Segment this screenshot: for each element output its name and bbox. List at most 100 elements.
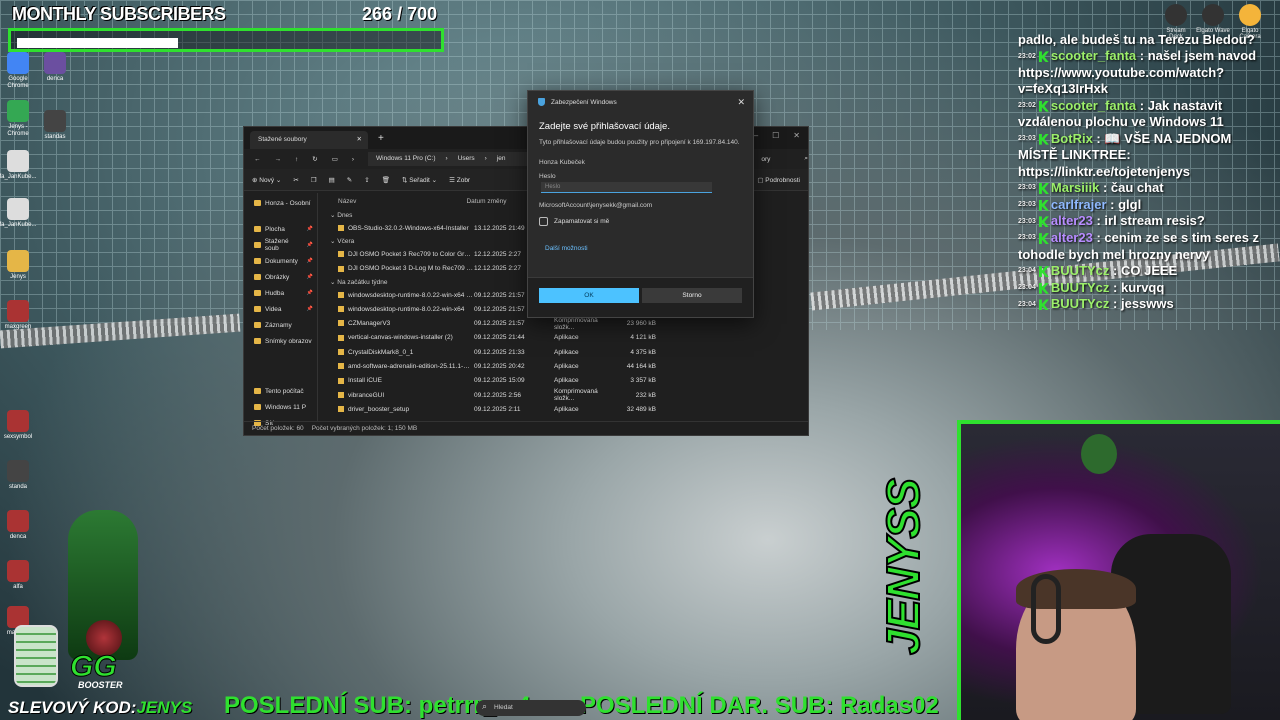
sidebar-item[interactable]: Tento počítač bbox=[244, 381, 317, 397]
file-row[interactable]: Install iCUE 09.12.2025 15:09 Aplikace 3 35… bbox=[324, 374, 808, 388]
chat-username[interactable]: scooter_fanta bbox=[1051, 98, 1140, 113]
chat-text: : jesswws bbox=[1113, 296, 1174, 312]
desktop-icon[interactable]: Google Chrome bbox=[0, 52, 38, 90]
sidebar-item[interactable]: Honza - Osobní bbox=[244, 193, 317, 209]
close-icon[interactable]: ✕ bbox=[793, 131, 800, 140]
file-date: 09.12.2025 21:33 bbox=[474, 348, 525, 356]
close-tab-icon[interactable]: ✕ bbox=[357, 135, 362, 143]
copy-icon[interactable]: ❐ bbox=[311, 176, 317, 184]
chat-text: : irl stream resis? bbox=[1096, 213, 1205, 229]
view-button[interactable]: ☰ Zobr bbox=[449, 176, 470, 184]
password-field[interactable]: Heslo bbox=[541, 182, 712, 193]
kick-badge-icon bbox=[1038, 182, 1049, 194]
app-icon bbox=[7, 250, 29, 272]
file-row[interactable]: CrystalDiskMark8_0_1 09.12.2025 21:33 Apli… bbox=[324, 345, 808, 359]
desktop-icon[interactable]: Jenys - Chrome bbox=[0, 100, 38, 138]
file-row[interactable]: vertical-canvas-windows-installer (2) 09.… bbox=[324, 331, 808, 345]
chat-username[interactable]: BUUTYcz bbox=[1051, 296, 1113, 311]
forward-icon[interactable]: → bbox=[275, 156, 282, 163]
app-icon bbox=[7, 460, 29, 482]
wave-icon[interactable]: Elgato Wave bbox=[1196, 4, 1230, 34]
folder-icon bbox=[254, 200, 261, 206]
desktop-icon[interactable]: standa bbox=[0, 460, 38, 491]
desktop-icon[interactable]: maxgreen bbox=[0, 300, 38, 331]
back-icon[interactable]: ← bbox=[254, 156, 261, 163]
file-row[interactable]: vibranceGUI 09.12.2025 2:56 Komprimovaná s… bbox=[324, 388, 808, 402]
paste-icon[interactable]: ▤ bbox=[329, 176, 335, 184]
chat-username[interactable]: BotRix bbox=[1051, 131, 1097, 146]
explorer-tab-downloads[interactable]: Stažené soubory ✕ bbox=[250, 131, 368, 149]
desktop-icon-label: Jenys - Chrome bbox=[7, 124, 29, 137]
remember-me-checkbox[interactable]: Zapamatovat si mě bbox=[528, 217, 753, 226]
dialog-footer: OK Storno bbox=[528, 277, 753, 317]
tray-icon-graphic bbox=[1202, 4, 1224, 26]
chat-message: padlo, ale budeš tu na Terezu Bledou? bbox=[1018, 32, 1270, 48]
taskbar-search[interactable]: Hledat bbox=[476, 700, 586, 716]
column-name[interactable]: Název bbox=[338, 198, 356, 205]
cut-icon[interactable]: ✂ bbox=[293, 176, 298, 184]
chat-username[interactable]: carlfrajer bbox=[1051, 197, 1110, 212]
refresh-icon[interactable]: ↻ bbox=[312, 155, 317, 163]
folder-icon bbox=[254, 274, 261, 280]
search-box-text[interactable]: ory bbox=[761, 156, 770, 163]
sort-button[interactable]: ⇅ Seřadit ⌄ bbox=[402, 176, 437, 184]
search-icon[interactable]: ⌕ bbox=[804, 155, 808, 163]
share-icon[interactable]: ⇪ bbox=[364, 176, 369, 184]
desktop-icon-label: standas bbox=[44, 134, 66, 140]
breadcrumb-item[interactable]: jen bbox=[497, 155, 506, 163]
windows-security-dialog[interactable]: Zabezpečení Windows ✕ Zadejte své přihla… bbox=[527, 90, 754, 318]
close-icon[interactable]: ✕ bbox=[737, 97, 745, 108]
desktop-icon[interactable]: sexsymbol bbox=[0, 410, 38, 441]
file-date: 09.12.2025 21:57 bbox=[474, 320, 525, 328]
chat-username[interactable]: scooter_fanta bbox=[1051, 48, 1140, 63]
file-row[interactable]: CZManagerV3 09.12.2025 21:57 Komprimovaná … bbox=[324, 316, 808, 331]
column-date[interactable]: Datum změny bbox=[466, 198, 506, 205]
chat-username[interactable]: alter23 bbox=[1051, 230, 1097, 245]
sidebar-item[interactable]: Windows 11 P bbox=[244, 397, 317, 413]
delete-icon[interactable]: 🗑 bbox=[382, 176, 390, 184]
sidebar-item[interactable]: Obrázky 📌 bbox=[244, 267, 317, 283]
desktop-icon[interactable]: fa_JanKube... bbox=[0, 198, 38, 229]
chat-username[interactable]: Marsiiik bbox=[1051, 180, 1103, 195]
folder-icon bbox=[254, 258, 261, 264]
kick-badge-icon bbox=[1038, 133, 1049, 145]
new-button[interactable]: ⊕ Nový ⌄ bbox=[252, 176, 281, 184]
sidebar-item[interactable]: Dokumenty 📌 bbox=[244, 251, 317, 267]
sidebar-item[interactable]: Stažené soub 📌 bbox=[244, 235, 317, 252]
username-label: Honza Kubeček bbox=[539, 159, 585, 166]
cancel-button[interactable]: Storno bbox=[642, 288, 742, 303]
chat-timestamp: 23:03 bbox=[1018, 184, 1036, 192]
ok-button[interactable]: OK bbox=[539, 288, 639, 303]
xbox-light bbox=[1081, 434, 1117, 474]
file-row[interactable]: driver_booster_setup 09.12.2025 2:11 Aplik… bbox=[324, 402, 808, 416]
checkbox-icon[interactable] bbox=[539, 217, 548, 226]
sidebar-item[interactable]: Záznamy bbox=[244, 315, 317, 331]
chat-username[interactable]: alter23 bbox=[1051, 213, 1097, 228]
rename-icon[interactable]: ✎ bbox=[347, 176, 352, 184]
shield-icon bbox=[538, 98, 545, 106]
sidebar-item[interactable]: Videa 📌 bbox=[244, 299, 317, 315]
breadcrumb-item[interactable]: Windows 11 Pro (C:) bbox=[376, 155, 435, 163]
new-tab-icon[interactable]: + bbox=[378, 133, 384, 144]
maximize-icon[interactable]: ☐ bbox=[772, 131, 779, 140]
dialog-heading: Zadejte své přihlašovací údaje. bbox=[539, 121, 670, 132]
desktop-icon[interactable]: denca bbox=[35, 52, 75, 83]
chat-timestamp: 23:02 bbox=[1018, 52, 1036, 60]
chat-timestamp: 23:03 bbox=[1018, 234, 1036, 242]
breadcrumb[interactable]: Windows 11 Pro (C:) › Users › jen bbox=[368, 152, 538, 166]
desktop-icon[interactable]: standas bbox=[35, 110, 75, 141]
breadcrumb-item[interactable]: Users bbox=[458, 155, 475, 163]
desktop-icon[interactable]: fa_JanKube... bbox=[0, 150, 38, 181]
sidebar-item[interactable]: Snímky obrazov bbox=[244, 331, 317, 347]
chat-username[interactable]: BUUTYcz bbox=[1051, 280, 1113, 295]
dialog-description: Tyto přihlašovací údaje budou použity pr… bbox=[539, 139, 740, 146]
file-row[interactable]: amd-software-adrenalin-edition-25.11.1-m… bbox=[324, 359, 808, 373]
file-icon bbox=[338, 406, 344, 413]
more-options-link[interactable]: Další možnosti bbox=[528, 245, 753, 252]
sidebar-item[interactable]: Hudba 📌 bbox=[244, 283, 317, 299]
details-button[interactable]: ▢ Podrobnosti bbox=[757, 176, 800, 184]
desktop-icon[interactable]: Jenys bbox=[0, 250, 38, 281]
sidebar-item[interactable]: Plocha 📌 bbox=[244, 219, 317, 235]
chat-username[interactable]: BUUTYcz bbox=[1051, 263, 1113, 278]
up-icon[interactable]: ↑ bbox=[295, 156, 298, 163]
